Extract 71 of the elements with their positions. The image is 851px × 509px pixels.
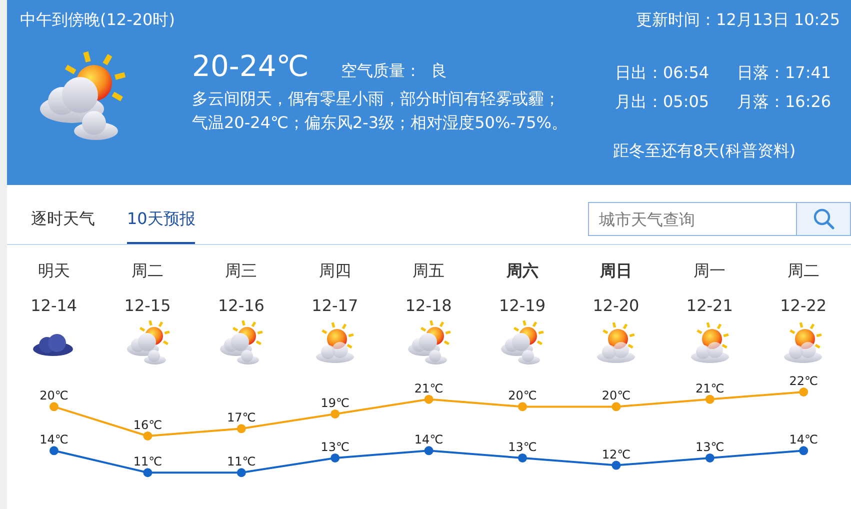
update-time: 更新时间：12月13日 10:25 [636,10,840,31]
value-label: 13℃ [508,440,537,454]
astronomy-time: 日落：17:41 [737,63,832,84]
data-point [424,446,434,456]
weekday: 周四 [318,261,351,282]
data-point [799,446,808,456]
data-point [424,394,434,404]
value-label: 20℃ [40,388,68,403]
date: 12-19 [499,296,546,315]
forecast-description: 多云间阴天，偶有零星小雨，部分时间有轻雾或霾； [192,88,561,110]
data-point [612,402,621,412]
weekday: 周六 [506,261,538,282]
air-quality-value: 良 [430,61,447,82]
search-field[interactable]: 城市天气查询 [588,202,796,236]
value-label: 13℃ [320,440,350,454]
date: 12-14 [30,296,78,315]
value-label: 21℃ [414,381,444,396]
value-label: 14℃ [789,432,818,447]
period-title: 中午到傍晚(12-20时) [20,10,175,31]
data-point [143,468,152,478]
weekday: 周一 [694,261,726,282]
value-label: 19℃ [320,396,350,410]
data-point [799,388,808,396]
value-label: 14℃ [40,432,68,447]
value-label: 17℃ [227,410,256,425]
date: 12-17 [312,296,358,315]
value-label: 20℃ [602,388,631,403]
astronomy-time: 月出：05:05 [615,92,710,113]
value-label: 14℃ [414,432,444,447]
weekday: 明天 [38,261,70,282]
value-label: 20℃ [508,388,537,403]
tab[interactable]: 逐时天气 [31,209,95,244]
data-point [518,402,527,412]
data-point [236,424,246,434]
data-point [612,460,621,470]
search-icon [812,208,834,230]
weekday: 周二 [132,261,164,282]
value-label: 16℃ [133,418,162,432]
date: 12-18 [405,296,452,315]
date: 12-21 [686,296,733,315]
data-point [50,446,58,456]
tab[interactable]: 10天预报 [127,209,196,244]
data-point [236,468,246,478]
date: 12-22 [780,296,827,315]
data-point [330,410,340,418]
value-label: 22℃ [789,374,818,388]
date: 12-15 [124,296,171,315]
air-quality-label: 空气质量： [340,61,421,82]
data-point [330,453,340,462]
data-point [518,453,527,462]
value-label: 13℃ [696,440,724,454]
data-point [143,431,152,440]
astronomy-time: 月落：16:26 [737,92,832,113]
weekday: 周二 [787,261,820,282]
forecast-description: 气温20-24℃；偏东风2-3级；相对湿度50%-75%。 [192,112,568,134]
weekday: 周三 [225,261,258,282]
date: 12-20 [592,296,640,315]
weekday: 周五 [412,261,445,282]
value-label: 11℃ [133,454,162,469]
data-point [705,453,714,462]
search-button[interactable] [796,202,851,236]
value-label: 21℃ [696,381,724,396]
data-point [50,402,58,412]
value-label: 11℃ [227,454,256,469]
astronomy-time: 日出：06:54 [615,63,710,84]
date: 12-16 [218,296,264,315]
temperature: 20-24℃ [192,49,309,83]
data-point [705,394,714,404]
solar-term-link[interactable]: 距冬至还有8天(科普资料) [610,141,840,162]
weekday: 周日 [600,261,632,282]
value-label: 12℃ [602,447,631,462]
